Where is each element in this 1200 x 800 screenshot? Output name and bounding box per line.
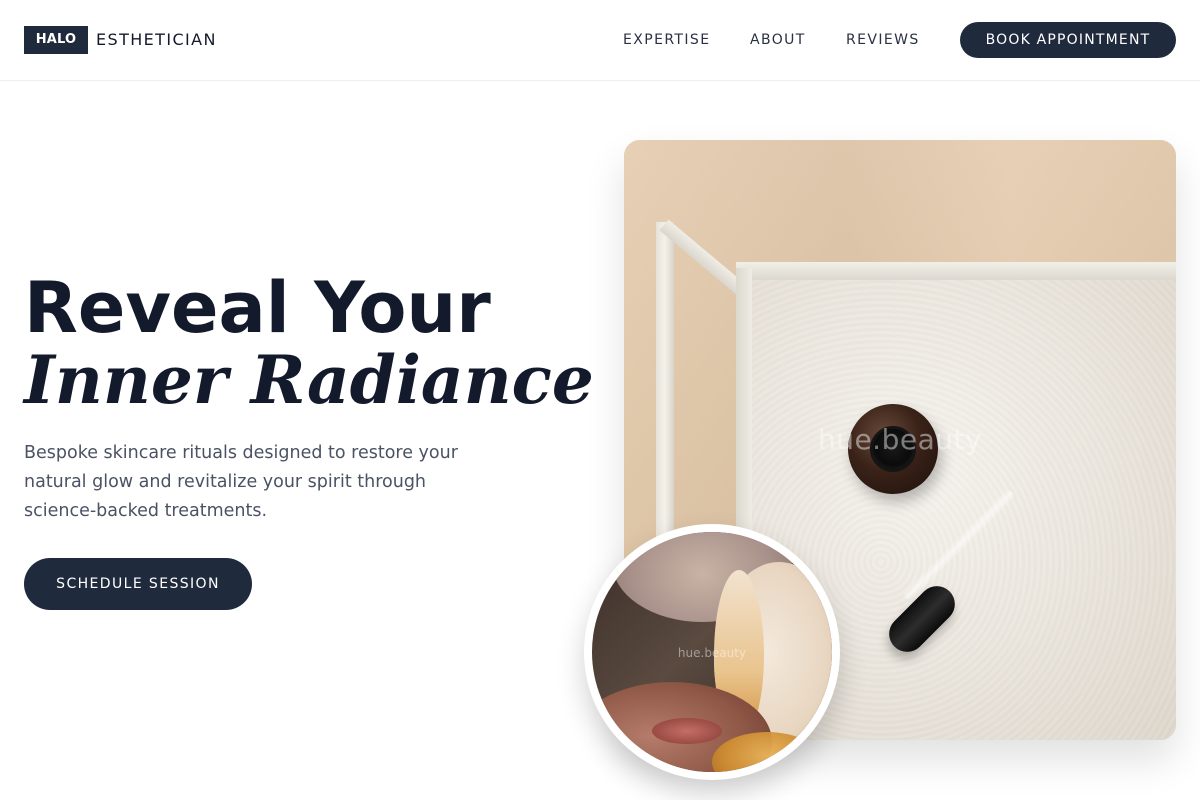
hero-title-line2: Inner Radiance xyxy=(24,341,594,419)
circle-image-watermark: hue.beauty xyxy=(677,646,747,660)
hero-circle-photo: hue.beauty xyxy=(584,524,840,780)
image-watermark: hue.beauty xyxy=(817,423,983,456)
nav-link-expertise[interactable]: EXPERTISE xyxy=(623,31,710,49)
circle-photo-content: hue.beauty xyxy=(592,532,832,772)
logo-wordmark[interactable]: ESTHETICIAN xyxy=(96,29,217,51)
site-header: HALO ESTHETICIAN EXPERTISE ABOUT REVIEWS… xyxy=(0,0,1200,81)
hero-subtitle: Bespoke skincare rituals designed to res… xyxy=(24,443,458,521)
client-lips xyxy=(652,718,722,744)
tray-frame-top xyxy=(736,262,1176,280)
schedule-session-button[interactable]: SCHEDULE SESSION xyxy=(24,558,252,610)
book-appointment-button[interactable]: BOOK APPOINTMENT xyxy=(960,22,1176,58)
logo-mark[interactable]: HALO xyxy=(24,26,88,54)
hero-title-line1: Reveal Your xyxy=(24,267,491,349)
nav-link-reviews[interactable]: REVIEWS xyxy=(846,31,920,49)
nav-link-about[interactable]: ABOUT xyxy=(750,31,806,49)
